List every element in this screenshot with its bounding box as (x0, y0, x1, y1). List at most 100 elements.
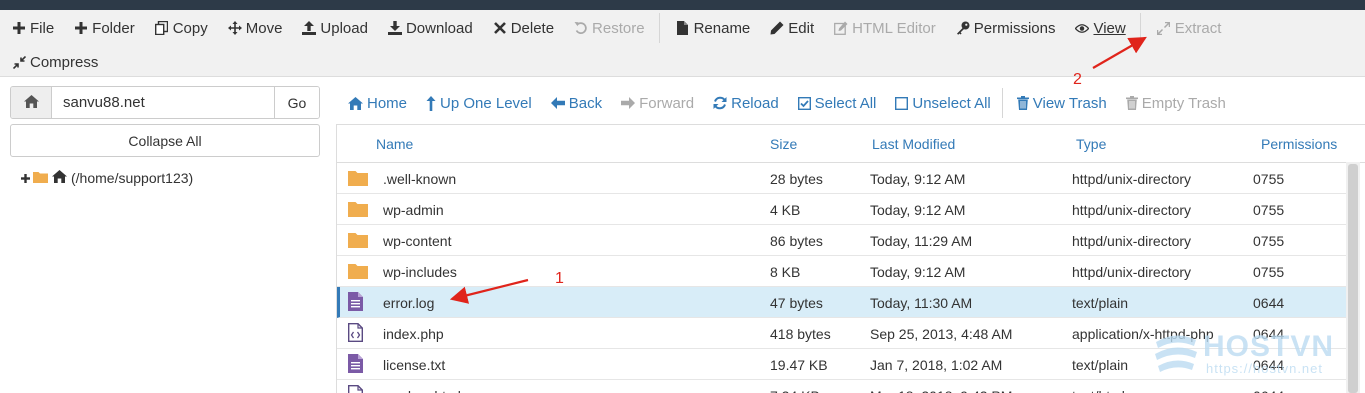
reload-button[interactable]: Reload (701, 88, 786, 118)
extract-label: Extract (1174, 19, 1222, 37)
file-manager-toolbar: File Folder Copy Move Upload Download De… (0, 10, 1365, 77)
plus-icon (74, 22, 88, 34)
table-row[interactable]: wp-includes 8 KB Today, 9:12 AM httpd/unix-… (337, 256, 1347, 287)
file-name-cell[interactable]: wp-admin (383, 194, 444, 225)
permissions-button[interactable]: Permissions (944, 13, 1064, 43)
top-dark-strip (0, 0, 1365, 10)
file-name-cell[interactable]: readme.html (383, 380, 461, 393)
unselect-all-button[interactable]: Unselect All (883, 88, 997, 118)
file-name-cell[interactable]: wp-includes (383, 256, 457, 287)
home-button[interactable]: Home (336, 88, 414, 118)
table-row[interactable]: readme.html 7.24 KB Mar 18, 2018, 9:42 PM t… (337, 380, 1347, 393)
view-trash-button[interactable]: View Trash (1005, 88, 1114, 118)
empty-trash-button[interactable]: Empty Trash (1114, 88, 1233, 118)
text-file-icon (348, 354, 368, 374)
tree-root-item[interactable]: (/home/support123) (21, 170, 193, 186)
edit-label: Edit (788, 19, 815, 37)
file-size-cell: 7.24 KB (770, 380, 820, 393)
table-row[interactable]: error.log 47 bytes Today, 11:30 AM text/pla… (337, 287, 1347, 318)
home-label: Home (367, 94, 408, 112)
new-file-button[interactable]: File (0, 13, 62, 43)
move-button[interactable]: Move (216, 13, 291, 43)
forward-button[interactable]: Forward (609, 88, 701, 118)
collapse-all-button[interactable]: Collapse All (10, 124, 320, 157)
compress-label: Compress (30, 53, 99, 71)
path-navigation: Go (10, 86, 320, 119)
file-size-cell: 28 bytes (770, 170, 823, 187)
restore-button[interactable]: Restore (562, 13, 653, 43)
html-editor-button[interactable]: HTML Editor (822, 13, 944, 43)
upload-button[interactable]: Upload (290, 13, 376, 43)
file-icon (676, 21, 690, 35)
last-modified-cell: Mar 18, 2018, 9:42 PM (870, 380, 1012, 393)
file-name-cell[interactable]: wp-content (383, 225, 451, 256)
file-type-cell: text/html (1072, 380, 1125, 393)
pencil-icon (770, 21, 784, 35)
file-type-cell: text/plain (1072, 294, 1129, 311)
new-file-label: File (30, 19, 55, 37)
permissions-cell: 0755 (1253, 170, 1285, 187)
rename-button[interactable]: Rename (664, 13, 759, 43)
file-name-cell[interactable]: .well-known (383, 163, 456, 194)
copy-button[interactable]: Copy (143, 13, 216, 43)
last-modified-cell: Jan 7, 2018, 1:02 AM (870, 356, 1003, 373)
delete-button[interactable]: Delete (481, 13, 562, 43)
last-modified-column-header[interactable]: Last Modified (872, 125, 955, 163)
view-label: View (1093, 19, 1126, 37)
folder-icon (348, 230, 368, 250)
select-all-button[interactable]: Select All (786, 88, 884, 118)
edit-button[interactable]: Edit (758, 13, 822, 43)
table-row[interactable]: .well-known 28 bytes Today, 9:12 AM httpd/u… (337, 163, 1347, 194)
html-editor-label: HTML Editor (852, 19, 936, 37)
table-row[interactable]: wp-admin 4 KB Today, 9:12 AM httpd/unix-dir… (337, 194, 1347, 225)
type-column-header[interactable]: Type (1076, 125, 1106, 163)
move-label: Move (245, 19, 283, 37)
name-column-header[interactable]: Name (376, 125, 413, 163)
compress-button[interactable]: Compress (0, 47, 106, 77)
permissions-label: Permissions (973, 19, 1056, 37)
file-type-cell: httpd/unix-directory (1072, 201, 1192, 218)
text-file-icon (348, 292, 368, 312)
refresh-icon (713, 96, 727, 110)
reload-label: Reload (731, 94, 779, 112)
home-icon (52, 170, 67, 186)
go-button[interactable]: Go (274, 87, 319, 118)
permissions-cell: 0644 (1253, 294, 1285, 311)
permissions-cell: 0755 (1253, 201, 1285, 218)
arrow-up-icon (426, 95, 436, 111)
extract-button[interactable]: Extract (1145, 13, 1230, 43)
table-row[interactable]: wp-content 86 bytes Today, 11:29 AM httpd/u… (337, 225, 1347, 256)
nav-divider (1001, 88, 1003, 118)
new-folder-button[interactable]: Folder (62, 13, 143, 43)
file-size-cell: 8 KB (770, 263, 801, 280)
download-icon (387, 21, 402, 35)
view-button[interactable]: View (1063, 13, 1133, 43)
file-name-cell[interactable]: index.php (383, 318, 444, 349)
file-name-cell[interactable]: license.txt (383, 349, 445, 380)
name-header-label: Name (376, 136, 414, 152)
size-header-label: Size (770, 136, 798, 152)
download-button[interactable]: Download (376, 13, 481, 43)
file-size-cell: 47 bytes (770, 294, 823, 311)
file-size-cell: 19.47 KB (770, 356, 828, 373)
path-input[interactable] (52, 87, 274, 118)
eye-icon (1075, 23, 1090, 34)
up-one-level-button[interactable]: Up One Level (414, 88, 539, 118)
scrollbar-thumb[interactable] (1348, 164, 1358, 393)
folder-icon (33, 170, 48, 186)
hostvn-watermark: HOSTVN https://hostvn.net (1152, 330, 1342, 376)
file-name-cell[interactable]: error.log (383, 287, 434, 318)
folder-icon (348, 168, 368, 188)
restore-label: Restore (592, 19, 645, 37)
select-all-label: Select All (814, 94, 877, 112)
upload-icon (302, 21, 317, 35)
table-scrollbar[interactable] (1346, 162, 1360, 393)
home-path-button[interactable] (11, 87, 52, 118)
table-header: Name Size Last Modified Type Permissions (337, 125, 1365, 163)
back-button[interactable]: Back (539, 88, 609, 118)
view-trash-label: View Trash (1032, 94, 1107, 112)
expand-plus-icon[interactable] (21, 170, 30, 186)
permissions-column-header[interactable]: Permissions (1261, 125, 1337, 163)
size-column-header[interactable]: Size (770, 125, 797, 163)
last-modified-header-label: Last Modified (872, 136, 956, 152)
